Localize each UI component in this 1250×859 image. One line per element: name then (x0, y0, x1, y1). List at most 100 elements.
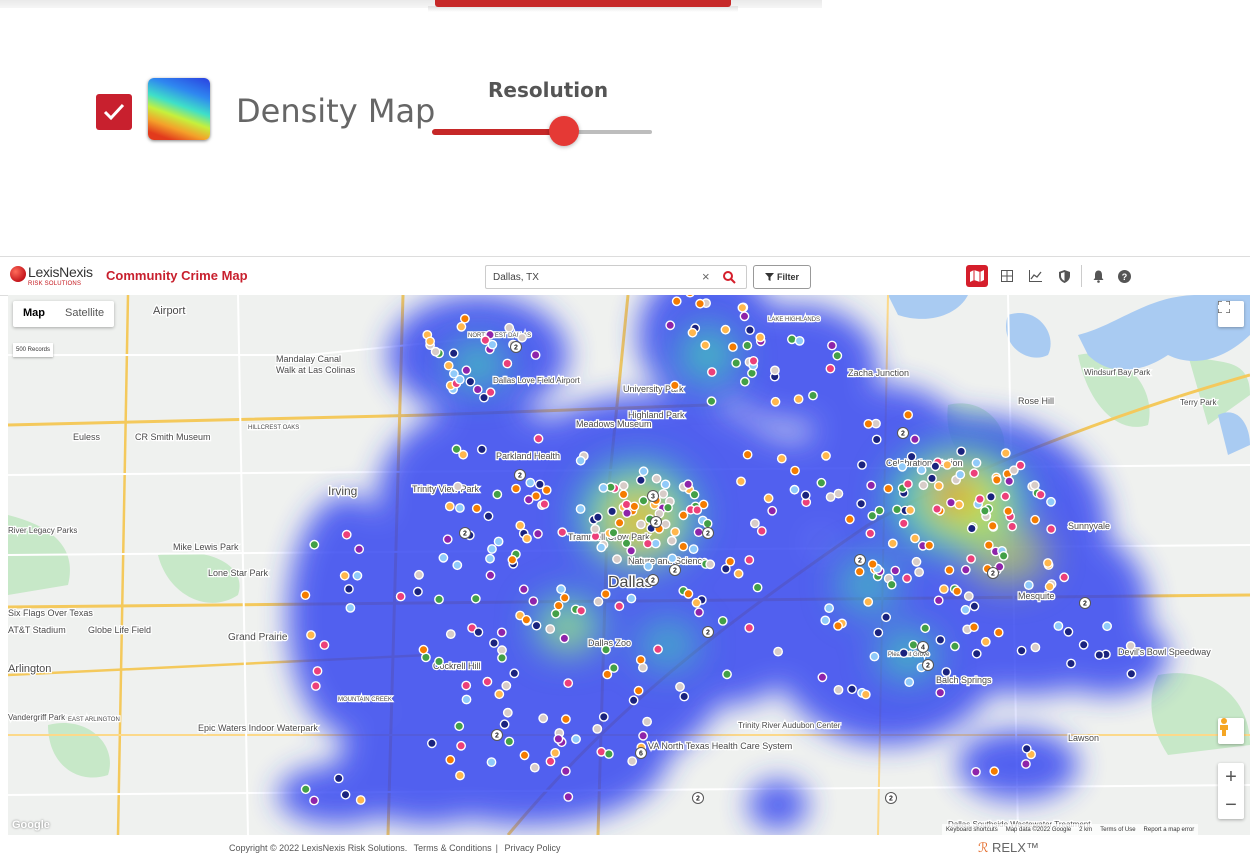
crime-marker[interactable] (744, 555, 755, 565)
location-search[interactable]: × (485, 265, 747, 289)
crime-marker[interactable] (752, 582, 763, 593)
crime-marker[interactable] (614, 601, 625, 612)
crime-marker[interactable] (756, 526, 767, 536)
crime-marker[interactable] (911, 556, 922, 567)
crime-marker[interactable] (918, 480, 929, 491)
cluster-marker[interactable]: 6 (635, 747, 647, 759)
keyboard-shortcuts-link[interactable]: Keyboard shortcuts (946, 827, 998, 833)
crime-marker[interactable] (669, 380, 680, 391)
crime-marker[interactable] (903, 410, 913, 420)
crime-marker[interactable] (946, 497, 956, 508)
crime-marker[interactable] (1066, 658, 1076, 669)
crime-marker[interactable] (827, 340, 837, 351)
crime-marker[interactable] (550, 747, 561, 758)
crime-marker[interactable] (604, 749, 614, 759)
crime-marker[interactable] (493, 536, 504, 547)
crime-marker[interactable] (456, 740, 466, 751)
crime-marker[interactable] (679, 691, 690, 702)
crime-marker[interactable] (559, 633, 570, 644)
crime-marker[interactable] (678, 541, 689, 552)
crime-marker[interactable] (434, 656, 444, 667)
crime-marker[interactable] (612, 554, 622, 565)
map-canvas[interactable]: Airport Mandalay CanalWalk at Las Colinas… (8, 295, 1250, 835)
crime-marker[interactable] (651, 473, 662, 484)
cluster-marker[interactable]: 2 (854, 554, 866, 566)
crime-marker[interactable] (545, 624, 556, 634)
crime-marker[interactable] (496, 627, 507, 638)
crime-marker[interactable] (833, 684, 844, 695)
crime-marker[interactable] (638, 466, 649, 477)
crime-marker[interactable] (693, 527, 704, 538)
crime-marker[interactable] (833, 620, 843, 631)
crime-marker[interactable] (707, 367, 717, 377)
crime-marker[interactable] (787, 334, 797, 345)
crime-marker[interactable] (638, 495, 649, 506)
crime-marker[interactable] (808, 390, 818, 401)
crime-marker[interactable] (476, 444, 487, 455)
zoom-in-button[interactable]: + (1218, 763, 1244, 791)
crime-marker[interactable] (660, 479, 671, 490)
crime-marker[interactable] (720, 324, 731, 335)
search-input[interactable] (493, 269, 693, 285)
crime-marker[interactable] (593, 596, 604, 607)
crime-marker[interactable] (559, 592, 570, 603)
crime-marker[interactable] (333, 773, 344, 784)
crime-marker[interactable] (455, 770, 465, 781)
crime-marker[interactable] (910, 434, 920, 445)
cluster-marker[interactable]: 2 (669, 564, 681, 576)
crime-marker[interactable] (790, 465, 800, 476)
crime-marker[interactable] (903, 479, 913, 489)
fullscreen-button[interactable] (1218, 301, 1244, 327)
crime-marker[interactable] (998, 550, 1009, 561)
crime-marker[interactable] (930, 461, 941, 472)
crime-marker[interactable] (354, 544, 364, 555)
crime-marker[interactable] (454, 721, 465, 732)
density-map-checkbox[interactable] (96, 94, 132, 130)
crime-marker[interactable] (667, 535, 677, 546)
crime-marker[interactable] (1000, 448, 1011, 459)
crime-marker[interactable] (340, 789, 351, 800)
crime-marker[interactable] (522, 533, 532, 544)
crime-marker[interactable] (638, 662, 648, 673)
crime-marker[interactable] (1046, 524, 1057, 535)
crime-marker[interactable] (847, 684, 857, 695)
crime-marker[interactable] (816, 477, 827, 488)
crime-marker[interactable] (910, 533, 920, 544)
crime-marker[interactable] (817, 672, 828, 683)
crime-marker[interactable] (1023, 580, 1034, 590)
crime-marker[interactable] (598, 482, 609, 493)
crime-marker[interactable] (479, 392, 489, 403)
crime-marker[interactable] (770, 396, 781, 407)
cluster-marker[interactable]: 2 (885, 792, 897, 804)
help-button[interactable]: ? (1113, 265, 1135, 287)
crime-map[interactable]: Airport Mandalay Canal Walk at Las Colinas… (8, 295, 1250, 835)
crime-marker[interactable] (736, 476, 746, 487)
crime-marker[interactable] (343, 584, 354, 594)
crime-marker[interactable] (339, 570, 350, 581)
crime-marker[interactable] (352, 570, 363, 581)
crime-marker[interactable] (600, 589, 611, 599)
map-type-map[interactable]: Map (13, 301, 55, 327)
crime-marker[interactable] (670, 526, 681, 537)
crime-marker[interactable] (863, 418, 874, 429)
crime-marker[interactable] (1126, 668, 1137, 679)
crime-marker[interactable] (683, 588, 694, 599)
crime-marker[interactable] (702, 518, 713, 529)
crime-marker[interactable] (608, 527, 619, 538)
crime-marker[interactable] (1021, 743, 1032, 754)
crime-marker[interactable] (887, 538, 898, 549)
clear-icon[interactable]: × (702, 269, 710, 285)
crime-marker[interactable] (873, 627, 884, 638)
crime-marker[interactable] (744, 622, 755, 633)
crime-marker[interactable] (1044, 581, 1055, 592)
crime-marker[interactable] (1094, 650, 1105, 660)
cluster-marker[interactable]: 2 (647, 574, 659, 586)
crime-marker[interactable] (614, 517, 625, 528)
crime-marker[interactable] (832, 350, 843, 361)
crime-marker[interactable] (1125, 640, 1136, 651)
crime-marker[interactable] (642, 538, 653, 549)
terms-link[interactable]: Terms & Conditions (414, 843, 492, 853)
crime-marker[interactable] (671, 296, 682, 307)
crime-marker[interactable] (452, 560, 463, 571)
crime-marker[interactable] (725, 556, 736, 567)
